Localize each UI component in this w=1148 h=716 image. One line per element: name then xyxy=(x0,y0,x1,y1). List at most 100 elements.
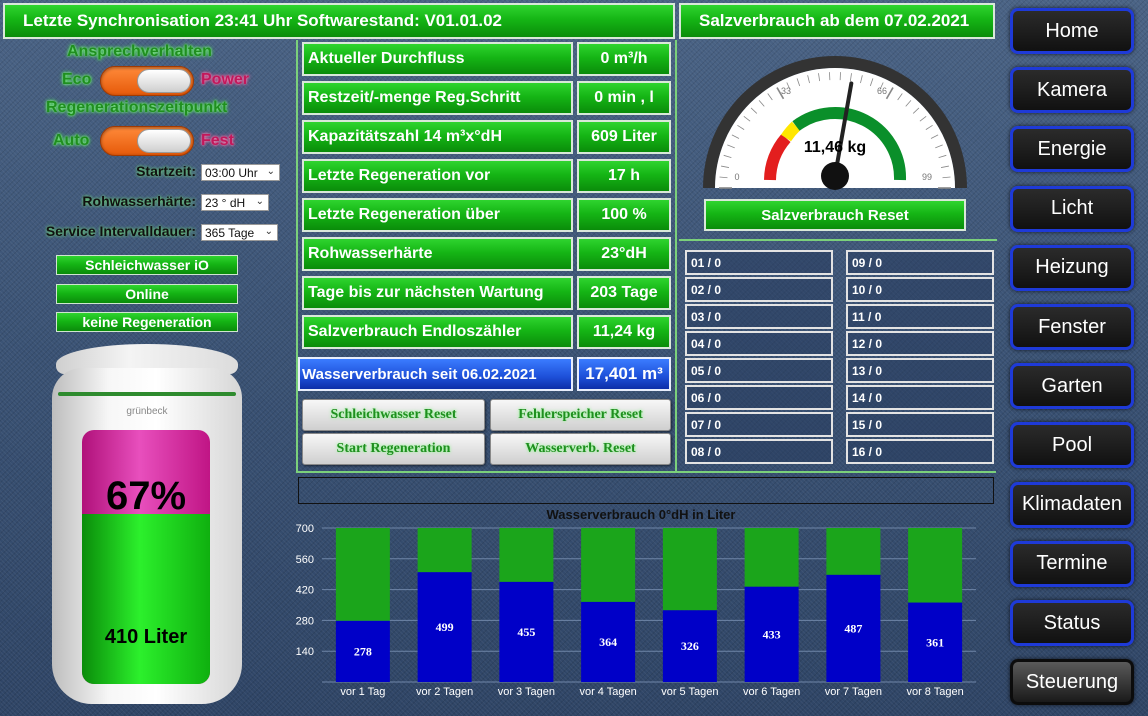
nav-termine-button[interactable]: Termine xyxy=(1010,540,1134,587)
nav-label: Status xyxy=(1043,611,1101,634)
nav-pool-button[interactable]: Pool xyxy=(1010,422,1134,469)
nav-label: Energie xyxy=(1037,137,1107,160)
leak-reset-button[interactable]: Schleichwasser Reset xyxy=(302,399,485,431)
gauge-zone-yellow xyxy=(780,121,801,142)
salt-slot-text: 07 / 0 xyxy=(691,417,722,432)
salt-slot: 09 / 0 xyxy=(846,250,994,275)
chart-bar-remaining xyxy=(335,528,390,621)
nav-status-button[interactable]: Status xyxy=(1010,600,1134,646)
response-power-label: Power xyxy=(201,71,250,88)
salt-slot: 01 / 0 xyxy=(685,250,833,275)
info-row-label-text: Tage bis zur nächsten Wartung xyxy=(308,284,544,301)
panel-divider xyxy=(679,239,997,241)
chart-data-label: 455 xyxy=(517,625,535,639)
salt-slot-text: 05 / 0 xyxy=(691,363,722,378)
info-row-label-text: Salzverbrauch Endloszähler xyxy=(308,323,522,340)
error-reset-label: Fehlerspeicher Reset xyxy=(518,407,643,422)
chart-x-tick-label: vor 2 Tagen xyxy=(416,686,473,698)
leak-reset-label: Schleichwasser Reset xyxy=(330,407,457,422)
chart-y-tick-label: 140 xyxy=(296,646,314,658)
error-reset-button[interactable]: Fehlerspeicher Reset xyxy=(490,399,671,431)
info-row-value: 11,24 kg xyxy=(577,315,671,349)
nav-steuerung-button[interactable]: Steuerung xyxy=(1010,659,1134,706)
info-row-value: 0 min , l xyxy=(577,81,671,115)
chart-data-label: 487 xyxy=(844,621,862,635)
salt-slot: 14 / 0 xyxy=(846,385,994,410)
status-leak: Schleichwasser iO xyxy=(56,255,238,275)
hardness-select[interactable]: 23 ° dH ⌄ xyxy=(201,194,269,211)
service-select[interactable]: 365 Tage ⌄ xyxy=(201,224,278,241)
salt-reset-label: Salzverbrauch Reset xyxy=(761,206,909,224)
salt-slot: 03 / 0 xyxy=(685,304,833,329)
regen-toggle[interactable] xyxy=(100,126,194,156)
water-usage-label-text: Wasserverbrauch seit 06.02.2021 xyxy=(302,365,537,383)
chart-x-tick-label: vor 3 Tagen xyxy=(498,686,555,698)
info-row-label-text: Aktueller Durchfluss xyxy=(308,50,465,67)
nav-home-button[interactable]: Home xyxy=(1010,8,1134,54)
nav-fenster-button[interactable]: Fenster xyxy=(1010,304,1134,350)
info-row-value-text: 11,24 kg xyxy=(592,323,656,340)
salt-slot: 16 / 0 xyxy=(846,439,994,464)
brand-label: grünbeck xyxy=(126,406,168,417)
water-reset-button[interactable]: Wasserverb. Reset xyxy=(490,433,671,465)
nav-label: Heizung xyxy=(1035,256,1109,279)
sync-header: Letzte Synchronisation 23:41 Uhr Softwar… xyxy=(3,3,675,39)
info-row-label-text: Restzeit/-menge Reg.Schritt xyxy=(308,89,521,106)
salt-slot-text: 06 / 0 xyxy=(691,390,722,405)
status-leak-text: Schleichwasser iO xyxy=(85,257,209,273)
response-title: Ansprechverhalten xyxy=(67,43,212,60)
nav-label: Termine xyxy=(1036,552,1108,575)
start-regen-button[interactable]: Start Regeneration xyxy=(302,433,485,465)
salt-slot: 11 / 0 xyxy=(846,304,994,329)
start-time-select[interactable]: 03:00 Uhr ⌄ xyxy=(201,164,280,181)
regen-title: Regenerationszeitpunkt xyxy=(46,99,228,116)
info-row-value-text: 23°dH xyxy=(601,245,647,262)
salt-slot: 13 / 0 xyxy=(846,358,994,383)
info-row-label: Restzeit/-menge Reg.Schritt xyxy=(302,81,573,115)
nav-label: Fenster xyxy=(1038,315,1106,338)
salt-slot-text: 15 / 0 xyxy=(852,417,883,432)
start-time-value: 03:00 Uhr xyxy=(205,165,258,180)
panel-divider xyxy=(675,40,677,472)
salt-slot: 02 / 0 xyxy=(685,277,833,302)
info-row-label: Kapazitätszahl 14 m³x°dH xyxy=(302,120,573,154)
chart-bar-remaining xyxy=(826,528,881,575)
fill-percent: 67% xyxy=(105,474,187,518)
info-row-label: Rohwasserhärte xyxy=(302,237,573,271)
salt-slot-text: 12 / 0 xyxy=(852,336,883,351)
nav-licht-button[interactable]: Licht xyxy=(1010,185,1134,232)
info-row-label-text: Letzte Regeneration vor xyxy=(308,167,491,184)
info-row-label-text: Letzte Regeneration über xyxy=(308,206,501,223)
chart-x-tick-label: vor 4 Tagen xyxy=(579,686,636,698)
info-row-value-text: 17 h xyxy=(607,167,640,184)
salt-reset-button[interactable]: Salzverbrauch Reset xyxy=(704,199,966,231)
panel-divider xyxy=(296,471,996,473)
nav-label: Klimadaten xyxy=(1021,493,1123,516)
salt-slot-text: 09 / 0 xyxy=(852,255,883,270)
gauge-tick-label: 0 xyxy=(734,172,739,182)
salt-slot: 08 / 0 xyxy=(685,439,833,464)
salt-slot-text: 13 / 0 xyxy=(852,363,883,378)
start-time-label: Startzeit: xyxy=(136,163,196,179)
salt-slot-text: 10 / 0 xyxy=(852,282,883,297)
nav-energie-button[interactable]: Energie xyxy=(1010,126,1134,173)
regen-auto-label: Auto xyxy=(53,132,90,149)
chart-data-label: 278 xyxy=(354,644,372,658)
nav-klimadaten-button[interactable]: Klimadaten xyxy=(1010,481,1134,528)
salt-slot: 15 / 0 xyxy=(846,412,994,437)
nav-kamera-button[interactable]: Kamera xyxy=(1010,67,1134,114)
info-row-value: 17 h xyxy=(577,159,671,193)
device-stripe xyxy=(58,392,236,396)
nav-label: Kamera xyxy=(1036,78,1108,101)
service-value: 365 Tage xyxy=(205,225,255,240)
nav-heizung-button[interactable]: Heizung xyxy=(1010,244,1134,291)
salt-slot-text: 08 / 0 xyxy=(691,444,722,459)
nav-garten-button[interactable]: Garten xyxy=(1010,363,1134,410)
nav-label: Home xyxy=(1045,19,1099,42)
chart-y-tick-label: 420 xyxy=(296,585,314,597)
response-toggle[interactable] xyxy=(100,66,194,96)
gauge-value: 11,46 kg xyxy=(804,139,866,156)
water-reset-label: Wasserverb. Reset xyxy=(525,441,636,456)
salt-header: Salzverbrauch ab dem 07.02.2021 xyxy=(679,3,995,39)
chart-y-tick-label: 560 xyxy=(296,554,314,566)
